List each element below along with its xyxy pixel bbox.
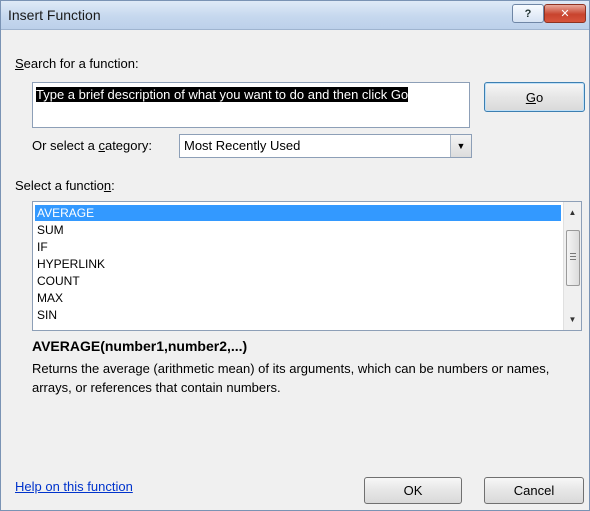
function-list-label: Select a function: (15, 178, 115, 193)
category-label: Or select a category: (32, 138, 152, 153)
function-signature: AVERAGE(number1,number2,...) (32, 338, 248, 354)
search-input-text: Type a brief description of what you wan… (36, 87, 409, 102)
scroll-up-arrow-icon[interactable]: ▲ (564, 204, 581, 221)
dropdown-arrow-icon[interactable]: ▼ (450, 135, 471, 157)
dialog-title: Insert Function (8, 7, 101, 23)
function-listbox[interactable]: AVERAGE SUM IF HYPERLINK COUNT MAX SIN ▲… (32, 201, 582, 331)
go-button[interactable]: Go (484, 82, 585, 112)
title-bar[interactable]: Insert Function ? ✕ (1, 1, 589, 30)
function-list-item[interactable]: SUM (35, 222, 561, 238)
question-icon: ? (524, 7, 532, 20)
function-description: Returns the average (arithmetic mean) of… (32, 361, 550, 395)
close-icon: ✕ (560, 8, 570, 20)
function-list-item[interactable]: MAX (35, 290, 561, 306)
search-input[interactable]: Type a brief description of what you wan… (32, 82, 470, 128)
insert-function-dialog: Insert Function ? ✕ Search for a functio… (0, 0, 590, 511)
function-list-item[interactable]: SIN (35, 307, 561, 323)
help-on-function-link[interactable]: Help on this function (15, 479, 133, 494)
function-list-item[interactable]: IF (35, 239, 561, 255)
cancel-button[interactable]: Cancel (484, 477, 584, 504)
scroll-down-arrow-icon[interactable]: ▼ (564, 311, 581, 328)
category-select[interactable]: Most Recently Used ▼ (179, 134, 472, 158)
category-selected-value: Most Recently Used (184, 138, 301, 153)
function-list-item[interactable]: COUNT (35, 273, 561, 289)
help-button[interactable]: ? (512, 4, 544, 23)
search-label: Search for a function: (15, 56, 139, 71)
close-button[interactable]: ✕ (544, 4, 586, 23)
vertical-scrollbar[interactable]: ▲ ▼ (563, 202, 581, 330)
ok-button[interactable]: OK (364, 477, 462, 504)
function-list-item[interactable]: AVERAGE (35, 205, 561, 221)
scrollbar-thumb[interactable] (566, 230, 580, 286)
function-list-item[interactable]: HYPERLINK (35, 256, 561, 272)
